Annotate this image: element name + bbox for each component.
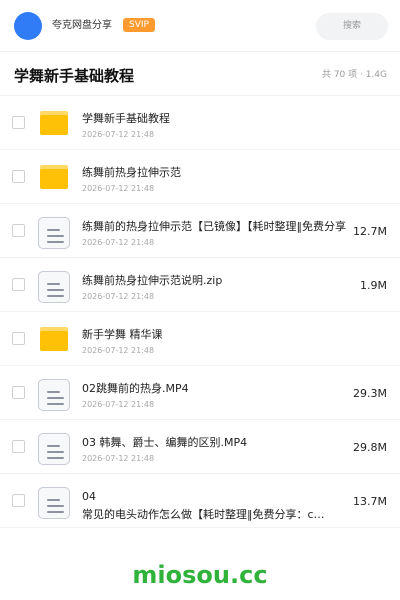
item-name: 03 韩舞、爵士、编舞的区别.MP4	[82, 436, 248, 449]
select-checkbox[interactable]	[12, 440, 25, 453]
folder-icon	[38, 324, 70, 356]
item-date: 2026-07-12 21:48	[82, 454, 155, 463]
item-date: 2026-07-12 21:48	[82, 400, 155, 409]
select-checkbox[interactable]	[12, 224, 25, 237]
file-icon	[38, 378, 70, 411]
app-header: 夸克网盘分享 SVIP 搜索	[0, 0, 400, 52]
item-size: 29.8M	[353, 441, 387, 454]
item-date: 2026-07-12 21:48	[82, 238, 155, 247]
list-item[interactable]: 练舞前热身拉伸示范 2026-07-12 21:48	[0, 150, 400, 204]
file-icon	[38, 270, 70, 303]
list-item[interactable]: 新手学舞 精华课 2026-07-12 21:48	[0, 312, 400, 366]
folder-icon	[38, 162, 70, 194]
list-item[interactable]: 练舞前的热身拉伸示范【已镜像】【耗时整理‖免费分享 2026-07-12 21:…	[0, 204, 400, 258]
page-title: 学舞新手基础教程	[14, 67, 135, 85]
select-checkbox[interactable]	[12, 278, 25, 291]
item-name: 练舞前的热身拉伸示范【已镜像】【耗时整理‖免费分享	[82, 220, 346, 233]
svip-badge: SVIP	[123, 18, 155, 32]
file-icon	[38, 432, 70, 465]
select-checkbox[interactable]	[12, 332, 25, 345]
folder-summary: 共 70 项 · 1.4G	[321, 70, 387, 80]
watermark: miosou.cc	[132, 561, 268, 589]
file-icon	[38, 216, 70, 249]
item-size: 1.9M	[360, 279, 387, 292]
item-size: 12.7M	[353, 225, 387, 238]
list-item[interactable]: 学舞新手基础教程 2026-07-12 21:48	[0, 96, 400, 150]
list-item[interactable]: 练舞前热身拉伸示范说明.zip 2026-07-12 21:48 1.9M	[0, 258, 400, 312]
folder-title-bar: 学舞新手基础教程 共 70 项 · 1.4G	[0, 52, 400, 96]
item-name-continued: 常见的电头动作怎么做【耗时整理‖免费分享：c…	[82, 508, 325, 521]
item-size: 13.7M	[353, 495, 387, 508]
item-name: 新手学舞 精华课	[82, 328, 163, 341]
item-name: 练舞前热身拉伸示范	[82, 166, 181, 179]
item-size: 29.3M	[353, 387, 387, 400]
list-item[interactable]: 03 韩舞、爵士、编舞的区别.MP4 2026-07-12 21:48 29.8…	[0, 420, 400, 474]
search-input[interactable]: 搜索	[316, 13, 388, 40]
item-date: 2026-07-12 21:48	[82, 292, 155, 301]
sharer-name: 夸克网盘分享	[52, 20, 112, 31]
item-name: 02跳舞前的热身.MP4	[82, 382, 189, 395]
item-date: 2026-07-12 21:48	[82, 184, 155, 193]
item-name: 04	[82, 490, 96, 503]
file-list: 学舞新手基础教程 2026-07-12 21:48 练舞前热身拉伸示范 2026…	[0, 96, 400, 528]
item-name: 练舞前热身拉伸示范说明.zip	[82, 274, 223, 287]
item-name: 学舞新手基础教程	[82, 112, 170, 125]
select-checkbox[interactable]	[12, 170, 25, 183]
item-date: 2026-07-12 21:48	[82, 346, 155, 355]
avatar[interactable]	[14, 12, 42, 40]
select-checkbox[interactable]	[12, 116, 25, 129]
item-date: 2026-07-12 21:48	[82, 130, 155, 139]
footer: miosou.cc	[0, 548, 400, 600]
select-checkbox[interactable]	[12, 494, 25, 507]
file-icon	[38, 486, 70, 519]
folder-icon	[38, 108, 70, 140]
list-item[interactable]: 02跳舞前的热身.MP4 2026-07-12 21:48 29.3M	[0, 366, 400, 420]
select-checkbox[interactable]	[12, 386, 25, 399]
list-item[interactable]: 04 2026-07-12 21:48 常见的电头动作怎么做【耗时整理‖免费分享…	[0, 474, 400, 528]
